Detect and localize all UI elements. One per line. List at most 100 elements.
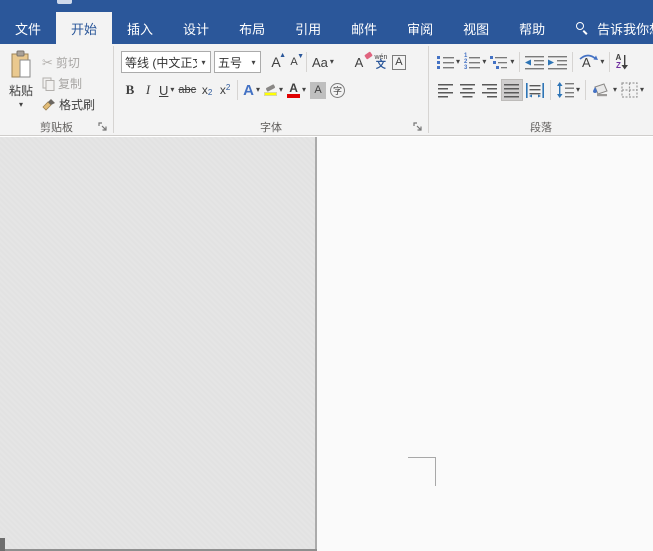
character-border-icon: A [392,54,406,70]
asian-layout-button[interactable]: A ▾ [576,51,606,73]
strikethrough-button[interactable]: abc [176,79,198,101]
italic-icon: I [145,82,151,97]
bold-icon: B [125,82,135,97]
titlebar [0,0,653,12]
group-clipboard: 粘贴 ▾ ✂ 剪切 复制 格式刷 剪贴板 [0,44,113,135]
subscript-button[interactable]: x2 [198,79,216,101]
tab-references[interactable]: 引用 [280,12,336,44]
document-area [0,137,653,551]
tab-mailings[interactable]: 邮件 [336,12,392,44]
character-border-button[interactable]: A [390,51,408,73]
format-painter-label: 格式刷 [59,98,96,112]
multilevel-list-button[interactable]: ▾ [488,51,516,73]
sort-icon: A Z [616,54,630,70]
clear-formatting-button[interactable]: A [350,51,373,73]
highlight-icon [264,84,278,96]
tab-insert[interactable]: 插入 [112,12,168,44]
bullets-icon [437,55,454,69]
tell-me-search[interactable]: 告诉我你想要做什么 [576,12,653,44]
copy-icon [42,77,55,91]
cut-button[interactable]: ✂ 剪切 [42,52,95,73]
change-case-icon: Aa [312,54,328,70]
phonetic-guide-button[interactable]: wén 文 [372,51,390,73]
scissors-icon: ✂ [42,54,53,70]
align-right-button[interactable] [479,79,501,101]
line-spacing-button[interactable]: ▾ [554,79,582,101]
shrink-font-button[interactable]: A ▼ [285,51,304,73]
text-effects-button[interactable]: A ▾ [241,79,262,101]
bullets-button[interactable]: ▾ [435,51,462,73]
align-right-icon [482,83,497,97]
text-effects-icon: A [243,81,254,99]
numbering-button[interactable]: 1 2 3 ▾ [462,51,488,73]
ribbon-tab-bar: 文件 开始 插入 设计 布局 引用 邮件 审阅 视图 帮助 告诉我你想要做什么 [0,12,653,44]
line-spacing-icon [557,82,574,98]
format-painter-icon [42,98,55,111]
group-paragraph: ▾ 1 2 3 ▾ ▾ A ▾ A Z ▾ ▾ ▾ 段落 [429,44,653,135]
shading-button[interactable]: ▾ [589,79,619,101]
align-left-icon [438,83,453,97]
subscript-icon: x2 [201,83,213,97]
paste-button[interactable]: 粘贴 ▾ [0,48,42,115]
increase-indent-icon [548,55,568,69]
clipboard-dialog-launcher-icon[interactable] [98,122,109,133]
search-placeholder: 告诉我你想要做什么 [597,21,653,37]
distribute-button[interactable] [523,79,547,101]
search-icon [576,22,588,35]
change-case-button[interactable]: Aa ▾ [310,51,336,73]
window-corner-fragment [0,538,5,551]
italic-button[interactable]: I [139,79,157,101]
text-highlight-button[interactable]: ▾ [262,79,285,101]
ribbon-home: 粘贴 ▾ ✂ 剪切 复制 格式刷 剪贴板 等线 (中文正文 ▾ 五号 ▾ A ▲… [0,44,653,136]
paragraph-group-label: 段落 [530,121,552,134]
document-canvas-gray [0,137,315,551]
justify-button[interactable] [501,79,523,101]
tab-design[interactable]: 设计 [168,12,224,44]
superscript-icon: x2 [219,83,231,97]
superscript-button[interactable]: x2 [216,79,234,101]
font-size-caret-icon[interactable]: ▾ [247,58,260,67]
font-dialog-launcher-icon[interactable] [413,122,424,133]
tab-layout[interactable]: 布局 [224,12,280,44]
group-font: 等线 (中文正文 ▾ 五号 ▾ A ▲ A ▼ Aa ▾ A wén 文 A B… [114,44,428,135]
font-size-combobox[interactable]: 五号 ▾ [214,51,261,73]
paste-dropdown-caret[interactable]: ▾ [19,100,23,109]
decrease-indent-button[interactable] [523,51,546,73]
tab-home[interactable]: 开始 [56,12,113,44]
font-name-combobox[interactable]: 等线 (中文正文 ▾ [121,51,211,73]
paste-label: 粘贴 [8,84,33,98]
copy-button[interactable]: 复制 [42,73,95,94]
borders-button[interactable]: ▾ [619,79,646,101]
tab-view[interactable]: 视图 [448,12,504,44]
clear-formatting-icon: A [354,54,364,70]
grow-font-button[interactable]: A ▲ [267,51,286,73]
font-group-label: 字体 [260,121,282,134]
character-shading-button[interactable]: A [308,79,328,101]
quick-access-toolbar-icon[interactable] [57,0,72,4]
font-name-caret-icon[interactable]: ▾ [197,58,210,67]
copy-label: 复制 [58,77,83,91]
font-size-value: 五号 [218,55,243,70]
underline-button[interactable]: U ▾ [157,79,176,101]
align-center-icon [460,83,475,97]
align-left-button[interactable] [435,79,457,101]
enclose-characters-icon: 字 [330,82,346,98]
asian-layout-icon: A [579,54,599,70]
document-page[interactable] [317,137,653,551]
font-color-button[interactable]: A ▾ [285,79,308,101]
font-color-icon: A [287,82,301,98]
increase-indent-button[interactable] [546,51,569,73]
tab-help[interactable]: 帮助 [504,12,560,44]
shading-bucket-icon [593,83,608,97]
strikethrough-icon: abc [178,84,197,96]
tab-file[interactable]: 文件 [0,12,56,44]
tab-review[interactable]: 审阅 [392,12,448,44]
phonetic-guide-icon: wén 文 [374,53,388,71]
sort-button[interactable]: A Z [613,51,631,73]
format-painter-button[interactable]: 格式刷 [42,94,95,115]
underline-icon: U [159,82,169,98]
bold-button[interactable]: B [121,79,139,101]
enclose-characters-button[interactable]: 字 [328,79,347,101]
align-center-button[interactable] [457,79,479,101]
decrease-indent-icon [525,55,545,69]
